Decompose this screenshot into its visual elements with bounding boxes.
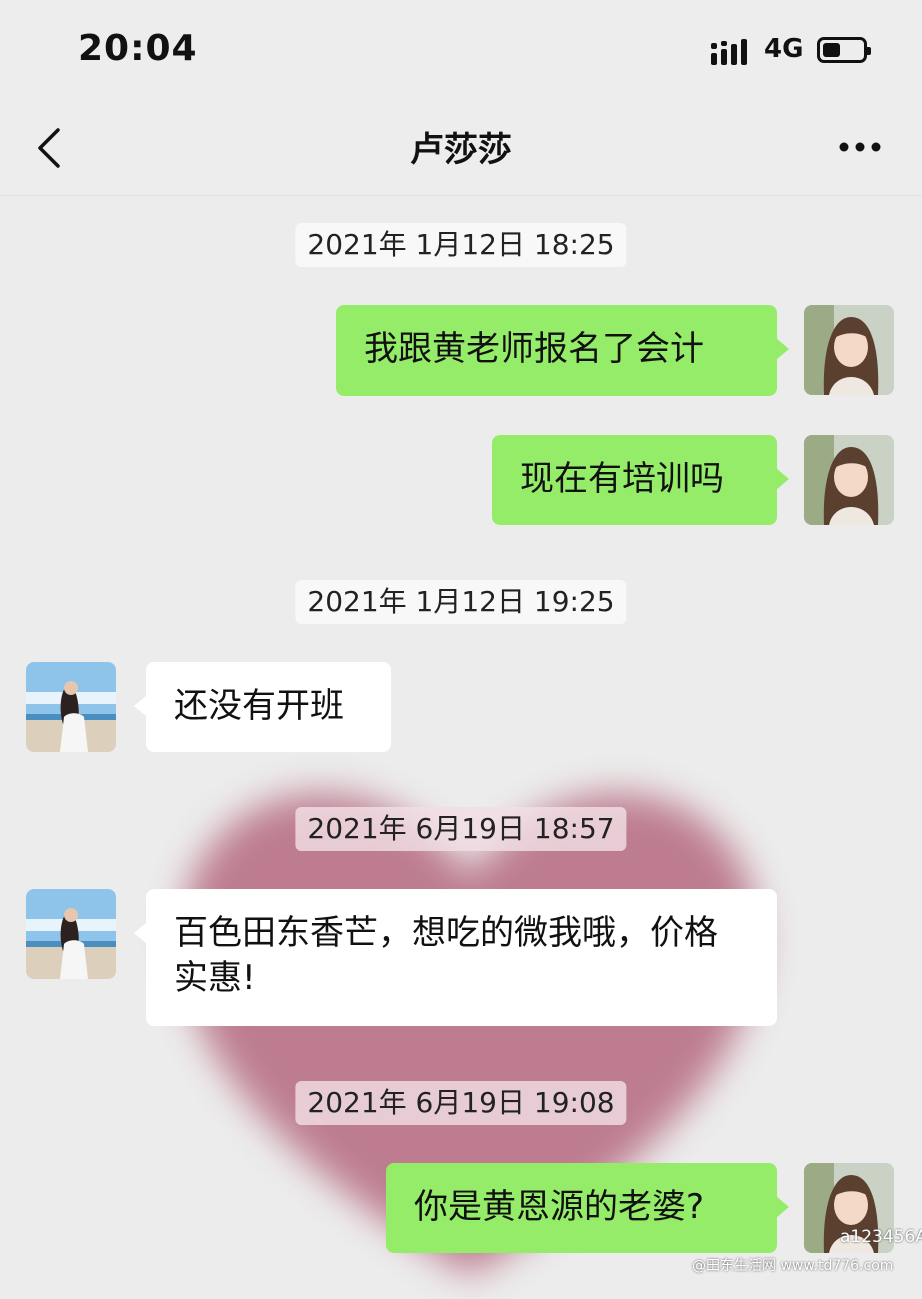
message-text: 你是黄恩源的老婆? <box>414 1187 705 1227</box>
timestamp: 2021年 6月19日 18:57 <box>295 807 627 851</box>
battery-tip <box>867 47 871 55</box>
chat-header: 卢莎莎 <box>0 100 922 196</box>
battery-level <box>823 43 840 57</box>
message-bubble-incoming[interactable]: 百色田东香芒，想吃的微我哦，价格实惠! <box>134 889 777 1026</box>
message-text: 还没有开班 <box>174 686 344 726</box>
network-type: 4G <box>764 34 804 64</box>
message-bubble-outgoing[interactable]: 现在有培训吗 <box>492 435 789 525</box>
user-watermark: a123456A <box>840 1227 922 1247</box>
message-bubble-incoming[interactable]: 还没有开班 <box>134 662 391 752</box>
timestamp: 2021年 6月19日 19:08 <box>295 1081 627 1125</box>
message-bubble-outgoing[interactable]: 你是黄恩源的老婆? <box>386 1163 789 1253</box>
avatar-contact[interactable] <box>26 889 116 979</box>
chat-title: 卢莎莎 <box>410 130 512 170</box>
avatar-self[interactable] <box>804 435 894 525</box>
status-bar: 20:04 4G <box>0 0 922 100</box>
status-time: 20:04 <box>78 28 198 69</box>
message-text: 我跟黄老师报名了会计 <box>364 329 704 369</box>
message-bubble-outgoing[interactable]: 我跟黄老师报名了会计 <box>336 305 789 396</box>
signal-icon <box>711 39 747 65</box>
timestamp: 2021年 1月12日 18:25 <box>295 223 627 267</box>
more-horizontal-icon[interactable] <box>830 132 890 162</box>
message-text: 百色田东香芒，想吃的微我哦，价格实惠! <box>174 913 718 998</box>
message-text: 现在有培训吗 <box>520 459 724 499</box>
avatar-contact[interactable] <box>26 662 116 752</box>
timestamp: 2021年 1月12日 19:25 <box>295 580 627 624</box>
site-watermark: @田东生活网 www.td776.com <box>692 1258 894 1274</box>
avatar-self[interactable] <box>804 305 894 395</box>
battery-icon <box>817 37 871 63</box>
